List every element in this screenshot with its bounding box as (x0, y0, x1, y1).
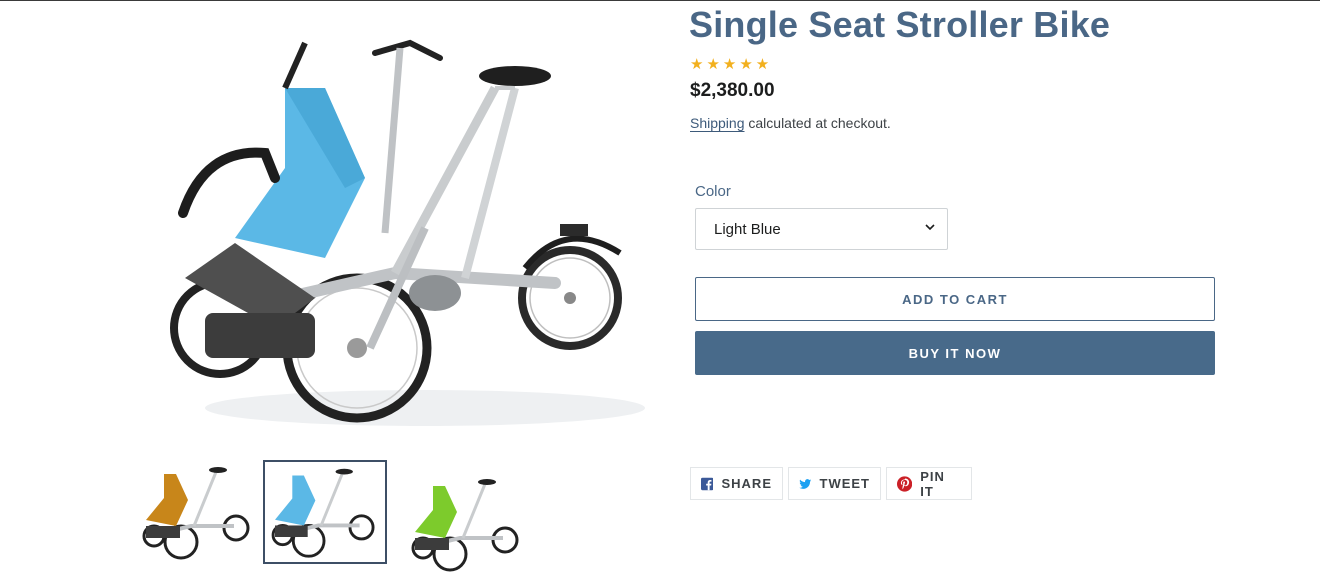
product-price: $2,380.00 (690, 80, 775, 101)
thumbnail-green[interactable] (405, 472, 529, 576)
add-to-cart-button[interactable]: ADD TO CART (695, 277, 1215, 321)
facebook-icon (701, 477, 714, 490)
top-divider (0, 0, 1320, 1)
share-facebook-label: SHARE (721, 476, 772, 491)
pinterest-icon (897, 475, 913, 492)
shipping-note: Shipping calculated at checkout. (690, 115, 891, 131)
color-label: Color (695, 183, 731, 200)
chevron-down-icon (925, 224, 935, 231)
share-facebook-button[interactable]: SHARE (690, 467, 783, 500)
twitter-icon (799, 478, 812, 489)
share-pinterest-button[interactable]: PIN IT (886, 467, 972, 500)
color-select-value: Light Blue (714, 220, 781, 238)
share-pinterest-label: PIN IT (920, 468, 945, 499)
share-twitter-label: TWEET (819, 476, 870, 491)
buy-it-now-button[interactable]: BUY IT NOW (695, 331, 1215, 375)
rating-stars: ★★★★★ (690, 56, 773, 73)
shipping-link[interactable]: Shipping (690, 115, 745, 131)
shipping-text: calculated at checkout. (744, 115, 891, 131)
color-select[interactable]: Light Blue (695, 208, 948, 250)
product-main-image[interactable] (165, 28, 645, 438)
product-title: Single Seat Stroller Bike (689, 4, 1111, 45)
thumbnail-orange[interactable] (136, 460, 260, 564)
share-twitter-button[interactable]: TWEET (788, 467, 881, 500)
thumbnail-light-blue[interactable] (263, 460, 387, 564)
